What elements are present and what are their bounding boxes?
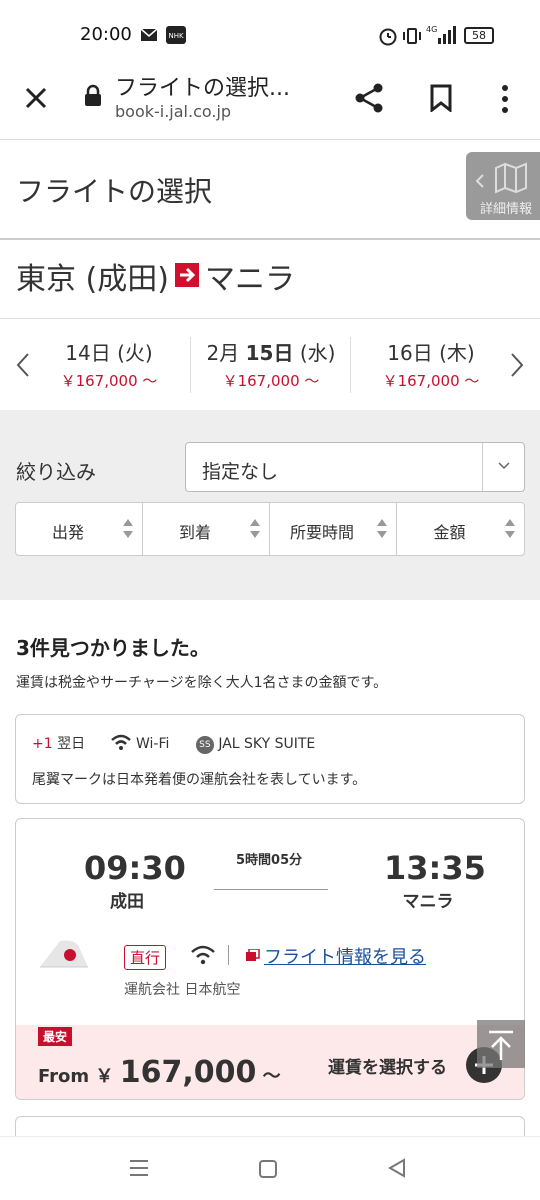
filter-label: 絞り込み [16,460,96,484]
wifi-icon [191,945,215,965]
battery-icon: 58 [464,27,494,44]
results-section: 3件見つかりました。 運賃は税金やサーチャージを除く大人1名さまの金額です。 +… [0,600,540,1140]
arrival-airport: マニラ [402,892,454,912]
fare-note: 運賃は税金やサーチャージを除く大人1名さまの金額です。 [16,675,388,691]
wifi-label: Wi-Fi [136,736,170,752]
chevron-left-icon [475,174,484,188]
departure-time: 09:30 [84,849,186,887]
more-menu-icon[interactable] [500,84,510,114]
sort-tab-departure[interactable]: 出発 [16,503,143,555]
date-label: 16日 (木) [387,341,475,365]
chevron-down-icon [498,462,510,470]
direct-flight-badge: 直行 [124,945,167,970]
date-selector: 14日 (火) ￥167,000 ～ 2月 15日 (水) ￥167,000 ～… [0,318,540,408]
date-option-next[interactable]: 16日 (木) ￥167,000 ～ [356,337,506,391]
flight-card[interactable]: 09:30 成田 5時間05分 13:35 マニラ 直行 フライト情報を見る 運… [15,818,525,1100]
detail-info-button[interactable]: 詳細情報 [466,152,540,220]
nhk-icon: NHK [166,26,186,44]
departure-airport: 成田 [110,892,144,912]
date-divider [350,337,351,393]
home-icon[interactable] [258,1159,278,1179]
operating-carrier: 運航会社 日本航空 [124,982,241,998]
sort-arrows-icon [377,519,387,538]
route-origin: 東京 (成田) [16,262,169,297]
date-divider [190,337,191,393]
flight-info-icon [246,949,260,961]
page-header: フライトの選択 [0,140,540,240]
bookmark-icon[interactable] [430,84,452,112]
fare-price-suffix: ～ [262,1066,281,1087]
vibrate-icon [403,28,421,44]
route-heading: 東京 (成田) マニラ [16,254,295,298]
close-icon[interactable] [24,86,48,110]
jal-tail-logo-icon [40,940,88,968]
sort-bar: 出発 到着 所要時間 金額 [15,502,525,556]
duration-line [214,889,328,890]
browser-toolbar: フライトの選択... book-i.jal.co.jp [0,58,540,140]
signal-icon: 4G [426,25,456,44]
prev-date-chevron-icon[interactable] [14,351,32,379]
alarm-icon [379,28,397,46]
results-count: 3件見つかりました。 [16,636,210,660]
sort-tab-duration[interactable]: 所要時間 [270,503,397,555]
filter-panel: 絞り込み 指定なし 出発 到着 所要時間 金額 [0,410,540,600]
divider [228,945,229,965]
legend-box: +1 翌日 Wi-Fi SS JAL SKY SUITE 尾翼マークは日本発着便… [15,714,525,804]
sort-arrows-icon [505,519,515,538]
legend-row: +1 翌日 Wi-Fi SS JAL SKY SUITE [32,733,315,754]
svg-text:4G: 4G [426,25,437,34]
filter-select-value: 指定なし [202,461,279,483]
flight-info-link[interactable]: フライト情報を見る [264,943,426,969]
system-nav-bar [0,1136,540,1200]
svg-text:NHK: NHK [168,32,184,40]
detail-info-label: 詳細情報 [480,202,533,217]
date-price: ￥167,000 ～ [60,372,158,390]
select-fare-label[interactable]: 運賃を選択する [328,1053,447,1078]
filter-select-caret [482,443,524,491]
page-title: フライトの選択 [16,175,213,208]
fare-from-label: From ￥ [38,1066,114,1087]
sort-arrows-icon [123,519,133,538]
next-day-mark: +1 [32,736,53,752]
fare-price: 167,000 [119,1055,257,1090]
route-destination: マニラ [204,262,295,297]
date-price: ￥167,000 ～ [222,372,320,390]
arrow-right-icon [174,263,199,287]
status-time: 20:00 [80,24,132,45]
lock-icon [85,84,101,106]
sort-tab-price[interactable]: 金額 [397,503,524,555]
date-price: ￥167,000 ～ [382,372,480,390]
fare-from: From ￥ 167,000 ～ [38,1055,281,1090]
date-option-prev[interactable]: 14日 (火) ￥167,000 ～ [34,337,184,391]
wifi-icon [110,734,131,750]
next-date-chevron-icon[interactable] [508,351,526,379]
recent-apps-icon[interactable] [128,1159,150,1177]
share-icon[interactable] [354,82,384,114]
browser-url[interactable]: book-i.jal.co.jp [115,102,231,121]
arrow-up-icon [489,1030,513,1060]
sky-suite-label: JAL SKY SUITE [218,736,316,752]
flight-duration: 5時間05分 [236,853,303,868]
back-icon[interactable] [386,1157,408,1179]
tail-note: 尾翼マークは日本発着便の運航会社を表しています。 [32,772,367,788]
date-option-selected[interactable]: 2月 15日 (水) ￥167,000 ～ [196,337,346,391]
date-label-selected: 2月 15日 (水) [206,341,336,365]
fare-summary[interactable]: 最安 From ￥ 167,000 ～ 運賃を選択する [16,1025,524,1099]
filter-select[interactable]: 指定なし [185,442,525,492]
sort-arrows-icon [250,519,260,538]
scroll-to-top-button[interactable] [477,1020,525,1068]
sky-suite-badge-icon: SS [195,736,214,754]
sort-tab-arrival[interactable]: 到着 [143,503,270,555]
map-icon [495,162,527,194]
browser-page-title: フライトの選択... [115,76,290,101]
cheapest-badge: 最安 [38,1027,73,1046]
next-day-label: 翌日 [57,736,86,752]
arrival-time: 13:35 [384,849,486,887]
mail-icon [140,28,158,41]
date-label: 14日 (火) [65,341,153,365]
